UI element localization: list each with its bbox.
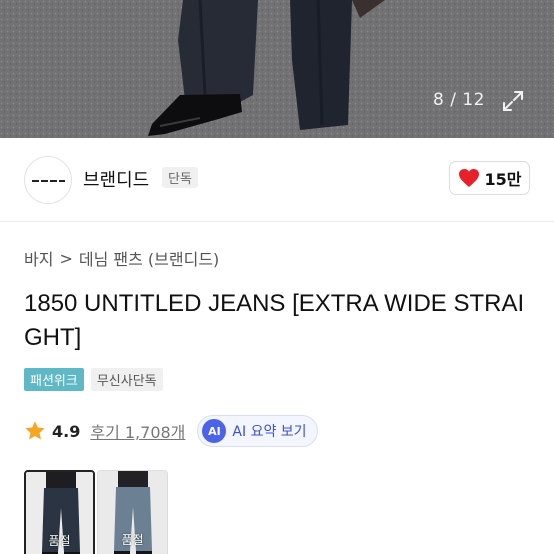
star-icon <box>25 421 45 440</box>
review-count-link[interactable]: 후기 1,708개 <box>90 419 185 443</box>
heart-icon <box>458 169 479 187</box>
brand-row: 브랜디드 단독 15만 <box>0 138 554 222</box>
sold-out-label: 품절 <box>48 534 71 548</box>
brand-logo[interactable] <box>24 156 72 204</box>
rating-score: 4.9 <box>52 421 81 441</box>
color-option-thumbnail[interactable]: 품절 <box>97 470 168 554</box>
ai-summary-label: AI 요약 보기 <box>232 424 307 440</box>
like-count: 15만 <box>484 170 522 189</box>
exclusive-tag: 단독 <box>162 167 198 188</box>
like-button[interactable]: 15만 <box>449 161 530 195</box>
breadcrumb-category[interactable]: 바지 <box>24 246 53 270</box>
sold-out-label: 품절 <box>121 533 144 547</box>
breadcrumb-subcategory[interactable]: 데님 팬츠 (브랜디드) <box>79 246 219 270</box>
brand-name[interactable]: 브랜디드 <box>83 166 149 192</box>
product-image[interactable]: 8 / 12 <box>0 0 554 138</box>
ai-icon: AI <box>202 419 227 443</box>
color-option-thumbnail[interactable]: 품절 <box>24 470 95 554</box>
product-title: 1850 UNTITLED JEANS [EXTRA WIDE STRAIGHT… <box>24 290 525 351</box>
rating-row: 4.9 후기 1,708개 AI AI 요약 보기 <box>24 415 318 447</box>
model-legs-photo <box>0 0 554 138</box>
image-counter: 8 / 12 <box>433 90 485 110</box>
badge-list: 패션위크 무신사단독 <box>24 368 163 391</box>
exclusive-badge: 무신사단독 <box>90 368 163 391</box>
ai-summary-button[interactable]: AI AI 요약 보기 <box>197 415 318 447</box>
fashion-week-badge: 패션위크 <box>24 368 84 391</box>
expand-icon[interactable] <box>500 88 526 114</box>
breadcrumb-separator: > <box>59 248 73 268</box>
breadcrumb: 바지 > 데님 팬츠 (브랜디드) <box>24 246 219 270</box>
